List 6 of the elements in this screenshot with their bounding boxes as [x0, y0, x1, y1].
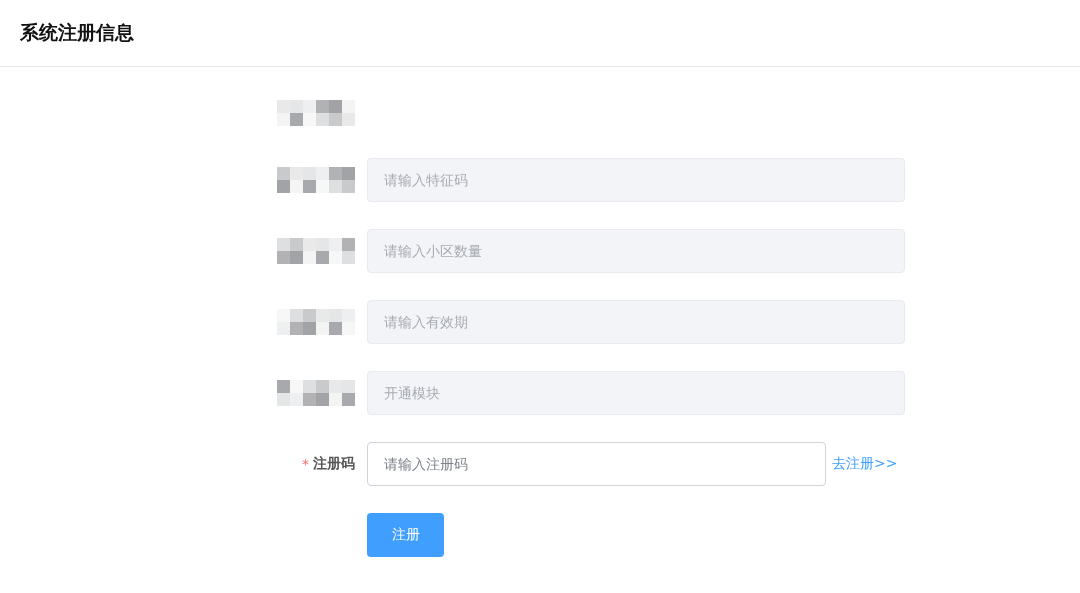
input-field[interactable]: 请输入注册码	[367, 442, 826, 486]
register-link[interactable]: 去注册>>	[832, 455, 898, 473]
required-asterisk: *	[302, 456, 309, 472]
field-label: 注册码	[313, 455, 355, 473]
register-button[interactable]: 注册	[367, 513, 444, 557]
page-title: 系统注册信息	[20, 20, 134, 45]
